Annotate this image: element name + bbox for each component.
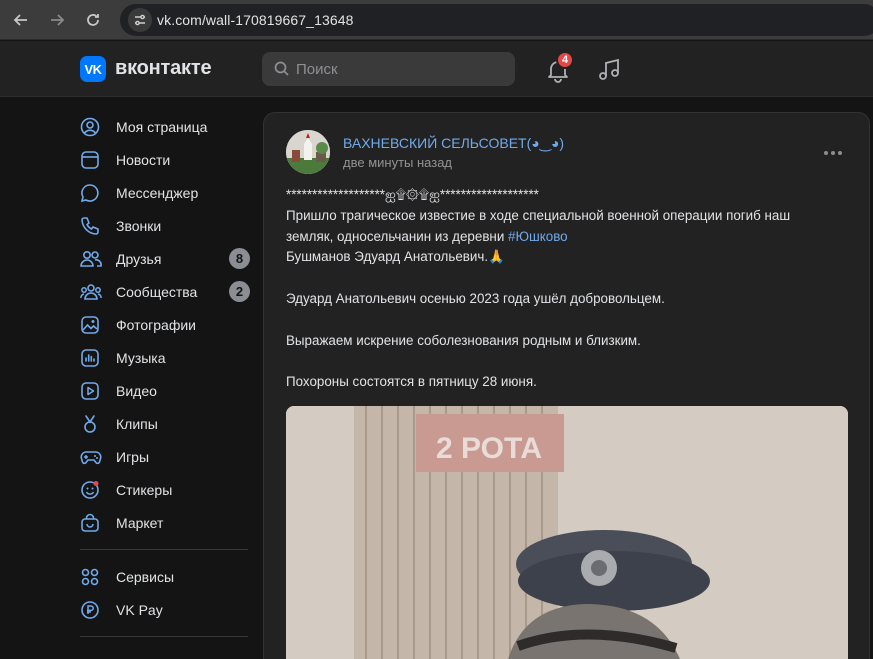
post-text-line: Выражаем искрение соболезнования родным … <box>286 332 641 348</box>
browser-toolbar: vk.com/wall-170819667_13648 <box>0 0 873 40</box>
sidebar-item-photos[interactable]: Фотографии <box>80 308 250 341</box>
sidebar-divider <box>80 549 248 550</box>
url-text: vk.com/wall-170819667_13648 <box>157 12 354 28</box>
sidebar-item-clips[interactable]: Клипы <box>80 407 250 440</box>
sidebar-item-calls[interactable]: Звонки <box>80 209 250 242</box>
post-text-line: Бушманов Эдуард Анатольевич.🙏 <box>286 249 505 265</box>
music-icon <box>80 348 108 368</box>
music-player-icon[interactable] <box>597 57 623 83</box>
communities-icon <box>80 282 108 302</box>
post-timestamp[interactable]: две минуты назад <box>343 155 452 170</box>
post-text-line: Пришло трагическое известие в ходе специ… <box>286 207 791 223</box>
video-icon <box>80 381 108 401</box>
sidebar-item-my-page[interactable]: Моя страница <box>80 110 250 143</box>
post-author-name[interactable]: ВАХНЕВСКИЙ СЕЛЬСОВЕТ(◕‿◕) <box>343 135 564 152</box>
forward-icon[interactable] <box>45 8 69 32</box>
sidebar-item-video[interactable]: Видео <box>80 374 250 407</box>
sidebar-item-label: Игры <box>116 448 150 465</box>
phone-icon <box>80 216 108 236</box>
post-text-line: Эдуард Анатольевич осенью 2023 года ушёл… <box>286 290 665 306</box>
post-text-fragment: земляк, односельчанин из деревни <box>286 228 509 244</box>
stickers-icon <box>80 480 108 500</box>
vk-header: VK вконтакте 4 <box>0 41 873 97</box>
sidebar-item-messenger[interactable]: Мессенджер <box>80 176 250 209</box>
post-more-options-icon[interactable] <box>824 151 848 159</box>
sidebar-divider <box>80 636 248 637</box>
clips-icon <box>80 414 108 434</box>
sidebar-item-label: Моя страница <box>116 118 208 135</box>
sidebar-item-label: Клипы <box>116 415 158 432</box>
sidebar-item-label: Мессенджер <box>116 184 199 201</box>
sidebar-item-communities[interactable]: Сообщества 2 <box>80 275 250 308</box>
sidebar-item-label: Новости <box>116 151 171 168</box>
search-box[interactable] <box>262 52 515 86</box>
sidebar-item-friends[interactable]: Друзья 8 <box>80 242 250 275</box>
news-icon <box>80 150 108 170</box>
vk-pay-icon <box>80 600 108 620</box>
post-text-line: Похороны состоятся в пятницу 28 июня. <box>286 374 537 390</box>
post-photo[interactable]: 2 РОТА <box>286 406 848 659</box>
site-settings-icon[interactable] <box>128 8 152 32</box>
services-icon <box>80 567 108 587</box>
sidebar-item-services[interactable]: Сервисы <box>80 560 250 593</box>
sidebar-item-music[interactable]: Музыка <box>80 341 250 374</box>
sidebar-item-label: Музыка <box>116 349 166 366</box>
sidebar-item-news[interactable]: Новости <box>80 143 250 176</box>
sidebar-item-label: Звонки <box>116 217 162 234</box>
address-bar[interactable]: vk.com/wall-170819667_13648 <box>120 4 873 36</box>
search-input[interactable] <box>296 52 506 86</box>
reload-icon[interactable] <box>81 8 105 32</box>
friends-icon <box>80 249 108 269</box>
search-icon <box>274 61 289 76</box>
post-text-line: земляк, односельчанин из деревни #Юшково <box>286 227 846 248</box>
post-text: *******************ஐ۩۞۩ஐ****************… <box>286 185 846 393</box>
hashtag-link[interactable]: #Юшково <box>508 229 568 244</box>
notifications-badge: 4 <box>556 51 574 69</box>
wall-post: ВАХНЕВСКИЙ СЕЛЬСОВЕТ(◕‿◕) две минуты наз… <box>263 112 870 659</box>
market-icon <box>80 513 108 533</box>
sidebar-item-vk-pay[interactable]: VK Pay <box>80 593 250 626</box>
vk-brand-name[interactable]: вконтакте <box>115 57 212 80</box>
message-icon <box>80 183 108 203</box>
sidebar-item-label: VK Pay <box>116 601 163 618</box>
sidebar-item-label: Маркет <box>116 514 164 531</box>
vk-logo-icon[interactable]: VK <box>80 56 106 82</box>
games-icon <box>80 447 108 467</box>
sidebar-item-label: Стикеры <box>116 481 173 498</box>
sidebar-item-label: Фотографии <box>116 316 197 333</box>
sidebar-item-label: Сервисы <box>116 568 175 585</box>
author-avatar[interactable] <box>286 130 330 174</box>
friends-count-badge: 8 <box>229 248 250 269</box>
post-text-line: *******************ஐ۩۞۩ஐ****************… <box>286 187 539 202</box>
sidebar-item-label: Видео <box>116 382 157 399</box>
left-sidebar: Моя страница Новости Мессенджер Звонки Д… <box>80 110 250 647</box>
sidebar-item-games[interactable]: Игры <box>80 440 250 473</box>
back-icon[interactable] <box>9 8 33 32</box>
sidebar-item-label: Сообщества <box>116 283 198 300</box>
user-circle-icon <box>80 117 108 137</box>
sidebar-item-market[interactable]: Маркет <box>80 506 250 539</box>
photo-sign-text: 2 РОТА <box>436 432 542 465</box>
sidebar-item-stickers[interactable]: Стикеры <box>80 473 250 506</box>
photos-icon <box>80 315 108 335</box>
sidebar-item-label: Друзья <box>116 250 162 267</box>
communities-count-badge: 2 <box>229 281 250 302</box>
